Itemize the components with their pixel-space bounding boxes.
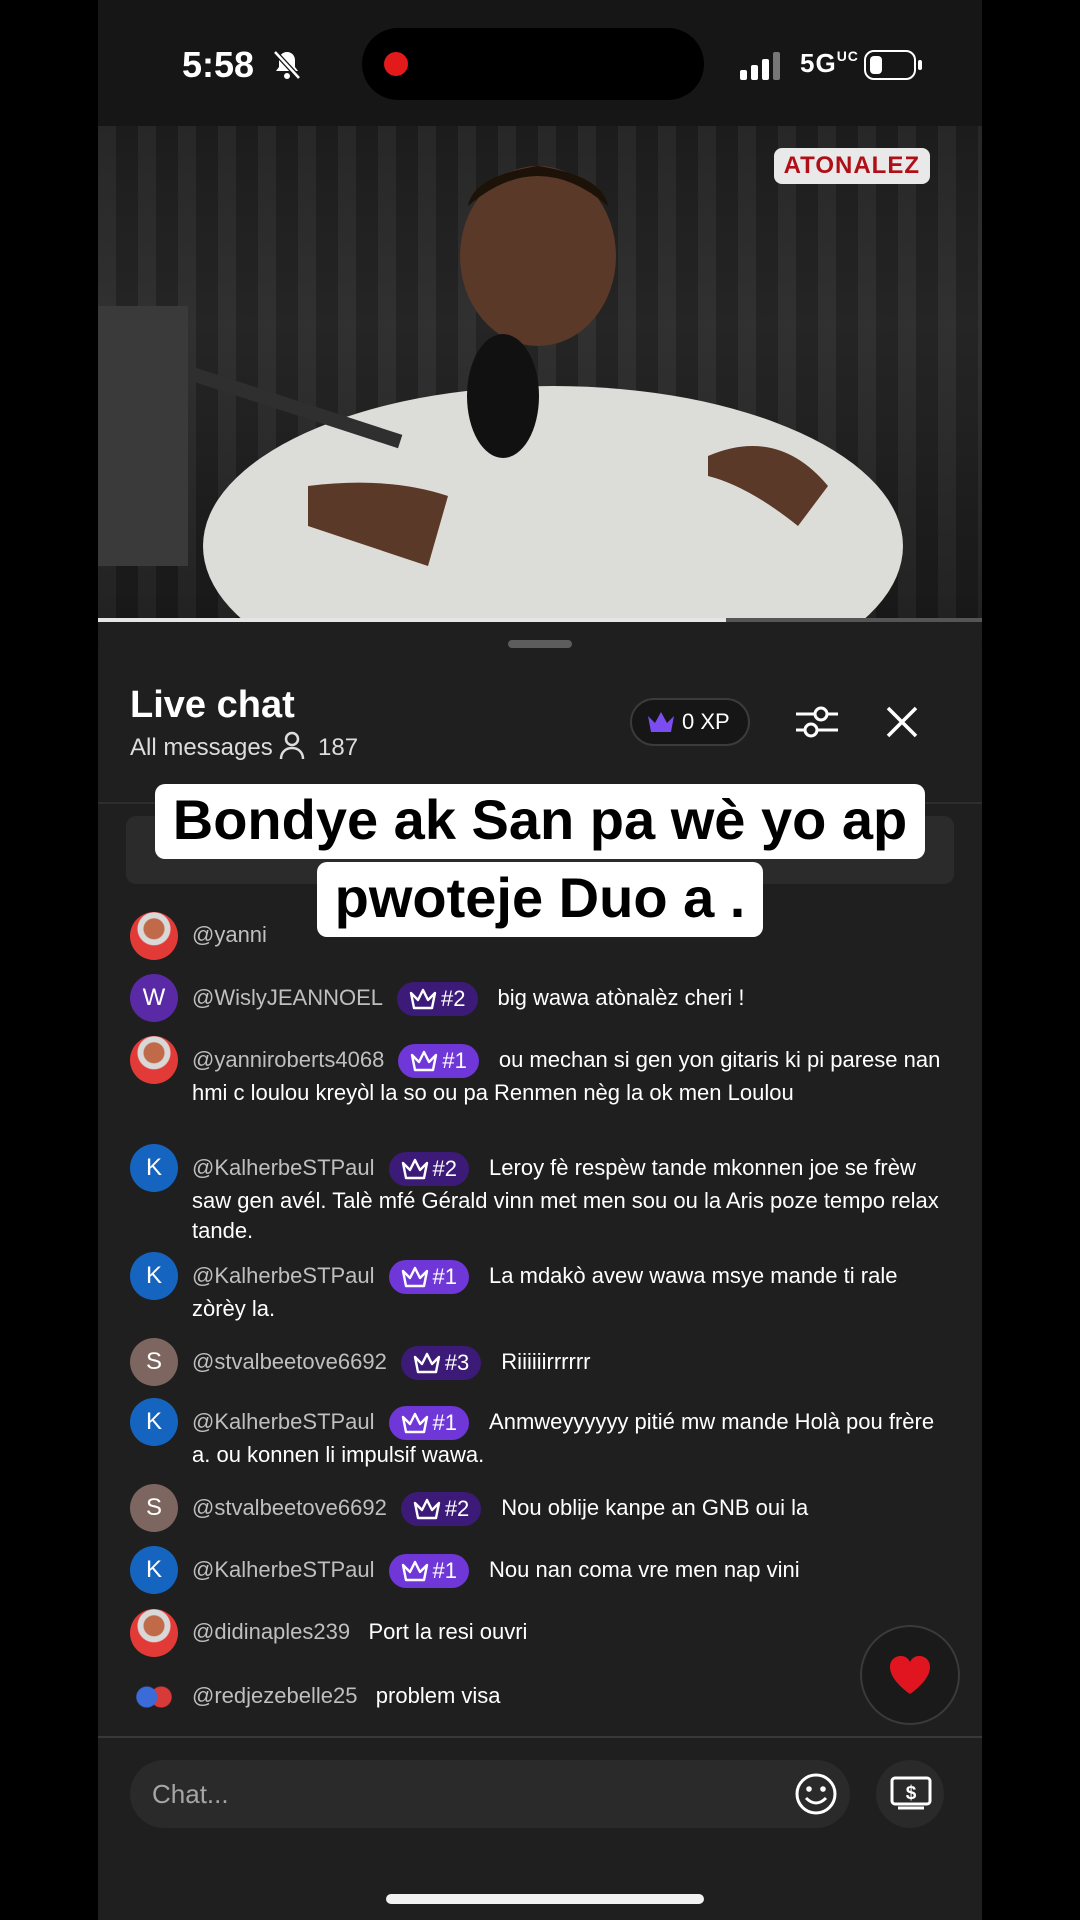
chat-username[interactable]: @KalherbeSTPaul: [192, 1263, 375, 1288]
super-chat-button[interactable]: $: [876, 1760, 944, 1828]
chat-message-content: Port la resi ouvri: [368, 1619, 528, 1644]
chat-input-placeholder: Chat...: [152, 1779, 229, 1809]
member-rank-label: #2: [432, 1156, 458, 1181]
chat-message-content: Nou nan coma vre men nap vini: [489, 1556, 800, 1582]
avatar[interactable]: K: [130, 1252, 178, 1300]
crown-icon: [409, 988, 437, 1010]
emoji-icon[interactable]: [794, 1772, 838, 1816]
chat-title: Live chat: [130, 684, 295, 726]
member-rank-label: #3: [444, 1350, 470, 1375]
viewer-count: 187: [318, 734, 359, 761]
avatar[interactable]: S: [130, 1484, 178, 1532]
crown-icon: [401, 1560, 428, 1582]
close-icon[interactable]: [884, 704, 920, 740]
crown-icon: [413, 1352, 441, 1374]
sliders-icon[interactable]: [794, 702, 840, 742]
member-rank-label: #1: [432, 1410, 458, 1435]
crown-icon: [401, 1412, 428, 1434]
avatar[interactable]: K: [130, 1546, 178, 1594]
chat-message-content: big wawa atònalèz cheri !: [497, 984, 745, 1010]
avatar[interactable]: [130, 1673, 178, 1721]
chat-message-text: @redjezebelle25 problem visa: [192, 1681, 952, 1711]
caption-line-2: pwoteje Duo a .: [108, 862, 972, 938]
video-progress-fill: [98, 618, 726, 622]
person-icon: [279, 731, 305, 760]
chat-message-text: @KalherbeSTPaul #1 Anmweyyyyyy pitié mw ma…: [192, 1406, 952, 1470]
video-speaker-image: [98, 166, 903, 622]
dynamic-island: [362, 28, 704, 100]
chat-username[interactable]: @yanniroberts4068: [192, 1047, 384, 1072]
battery-icon: [864, 50, 922, 80]
status-time: 5:58: [182, 44, 255, 85]
member-rank-badge: #3: [400, 1346, 482, 1380]
heart-icon: [890, 1656, 930, 1694]
network-type: 5GUC: [800, 48, 859, 78]
chat-message-content: Riiiiiirrrrrr: [501, 1348, 591, 1374]
chat-message-content: problem visa: [375, 1683, 501, 1708]
chat-message-text: @didinaples239 Port la resi ouvri: [192, 1617, 952, 1647]
crown-icon: [648, 712, 674, 732]
xp-button[interactable]: 0 XP: [630, 698, 750, 746]
chat-message-text: @stvalbeetove6692 #3 Riiiiiirrrrrr: [192, 1346, 952, 1380]
chat-username[interactable]: @stvalbeetove6692: [192, 1495, 387, 1520]
chat-message-content: Nou oblije kanpe an GNB oui la: [501, 1494, 809, 1520]
member-rank-label: #1: [432, 1264, 458, 1289]
xp-label: 0 XP: [682, 709, 730, 734]
chat-message-text: @KalherbeSTPaul #2 Leroy fè respèw tande m…: [192, 1152, 952, 1246]
chat-message-text: @KalherbeSTPaul #1 Nou nan coma vre men na…: [192, 1554, 952, 1588]
avatar[interactable]: W: [130, 974, 178, 1022]
avatar[interactable]: K: [130, 1398, 178, 1446]
member-rank-label: #1: [432, 1558, 458, 1583]
member-rank-label: #1: [442, 1048, 467, 1073]
signal-icon: [740, 52, 780, 80]
heart-reaction-button[interactable]: [860, 1625, 960, 1725]
chat-message-text: @yanniroberts4068 #1 ou mechan si gen yon …: [192, 1044, 952, 1108]
member-rank-badge: #2: [388, 1152, 470, 1186]
chat-username[interactable]: @KalherbeSTPaul: [192, 1409, 375, 1434]
member-rank-badge: #1: [388, 1554, 470, 1588]
member-rank-badge: #2: [400, 1492, 482, 1526]
chat-username[interactable]: @WislyJEANNOEL: [192, 985, 383, 1010]
crown-icon: [401, 1158, 428, 1180]
video-player[interactable]: ATONALEZ: [98, 126, 982, 622]
chat-message-text: @KalherbeSTPaul #1 La mdakò avew wawa msye…: [192, 1260, 952, 1324]
crown-icon: [411, 1050, 438, 1072]
recording-indicator: [384, 52, 408, 76]
avatar[interactable]: [130, 1036, 178, 1084]
chat-input[interactable]: Chat...: [130, 1760, 850, 1828]
member-rank-label: #2: [441, 986, 466, 1011]
chat-message-text: @WislyJEANNOEL #2 big wawa atònalèz cheri …: [192, 982, 952, 1016]
home-indicator[interactable]: [386, 1894, 704, 1904]
member-rank-badge: #1: [398, 1044, 479, 1078]
crown-icon: [413, 1498, 441, 1520]
avatar[interactable]: K: [130, 1144, 178, 1192]
chat-filter-label[interactable]: All messages: [130, 734, 273, 762]
chat-username[interactable]: @redjezebelle25: [192, 1683, 357, 1708]
input-divider: [98, 1736, 982, 1738]
chat-username[interactable]: @KalherbeSTPaul: [192, 1557, 375, 1582]
chat-username[interactable]: @stvalbeetove6692: [192, 1349, 387, 1374]
caption-line-1: Bondye ak San pa wè yo ap: [108, 784, 972, 860]
svg-text:$: $: [906, 1783, 917, 1804]
crown-icon: [401, 1266, 428, 1288]
status-bar: 5:58 5GUC: [98, 0, 982, 126]
bell-slash-icon: [273, 50, 301, 80]
avatar[interactable]: [130, 1609, 178, 1657]
chat-username[interactable]: @didinaples239: [192, 1619, 350, 1644]
drag-handle[interactable]: [508, 640, 572, 648]
member-rank-badge: #1: [388, 1406, 470, 1440]
channel-logo: ATONALEZ: [773, 148, 930, 184]
member-rank-badge: #2: [397, 982, 478, 1016]
video-progress-bar[interactable]: [98, 618, 982, 622]
avatar[interactable]: S: [130, 1338, 178, 1386]
money-icon: $: [890, 1776, 932, 1810]
member-rank-badge: #1: [388, 1260, 470, 1294]
member-rank-label: #2: [444, 1496, 470, 1521]
phone-screen: 5:58 5GUC ATONALEZ Live chat All message…: [98, 0, 982, 1920]
chat-message-text: @stvalbeetove6692 #2 Nou oblije kanpe an G…: [192, 1492, 952, 1526]
chat-username[interactable]: @KalherbeSTPaul: [192, 1155, 375, 1180]
